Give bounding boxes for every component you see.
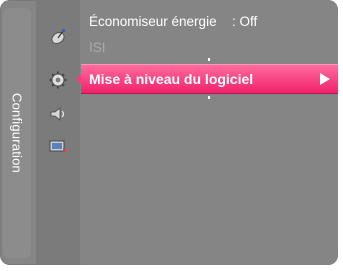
menu-item-software-upgrade[interactable]: Mise à niveau du logiciel <box>81 64 338 94</box>
category-label: Configuration <box>9 93 25 173</box>
scroll-up-indicator <box>208 58 210 61</box>
menu-item-isi: ISI <box>81 36 338 58</box>
submenu-arrow-icon <box>320 73 330 85</box>
category-tab[interactable]: Configuration <box>3 8 31 258</box>
settings-menu-panel: Configuration Économiseur énergie: Off … <box>0 0 338 265</box>
menu-item-label: Mise à niveau du logiciel <box>89 71 254 87</box>
menu-item-label: ISI <box>89 40 106 55</box>
menu-item-value: : Off <box>232 14 258 29</box>
menu-item-energy-saving[interactable]: Économiseur énergie : Off <box>81 10 338 32</box>
input-source-icon[interactable] <box>48 136 68 156</box>
category-icon-column <box>36 0 80 265</box>
satellite-dish-icon[interactable] <box>48 27 68 47</box>
gear-icon[interactable] <box>48 70 68 90</box>
speaker-icon[interactable] <box>48 104 68 124</box>
menu-item-label: Économiseur énergie <box>89 14 217 29</box>
submenu-list: Économiseur énergie : Off ISI Mise à niv… <box>81 0 338 265</box>
scroll-down-indicator <box>208 96 210 99</box>
screen: Configuration Économiseur énergie: Off … <box>0 0 343 271</box>
